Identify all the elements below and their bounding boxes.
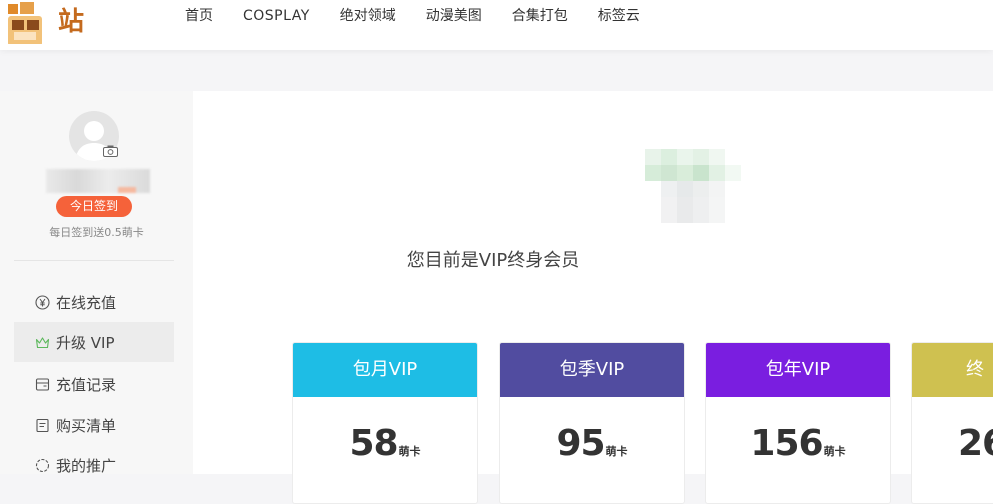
sidebar-item-upgrade-vip[interactable]: 升级 VIP: [14, 322, 174, 362]
plan-price-unit: 萌卡: [605, 445, 628, 458]
vip-status-text: 您目前是VIP终身会员: [406, 250, 580, 271]
vip-badge-image: [645, 149, 741, 223]
main-nav: 首页 COSPLAY 绝对领域 动漫美图 合集打包 标签云: [185, 7, 670, 25]
plan-title: 包月VIP: [293, 343, 477, 397]
yen-circle-icon: [35, 294, 50, 310]
plan-card-lifetime[interactable]: 终身 26: [911, 342, 993, 504]
checkin-button[interactable]: 今日签到: [56, 196, 132, 217]
loading-circle-icon: [35, 458, 50, 472]
vip-main-panel: 您目前是VIP终身会员 包月VIP 58萌卡 包季VIP 95萌卡 包年VIP …: [193, 91, 993, 504]
sidebar-divider: [14, 260, 174, 261]
nav-cosplay[interactable]: COSPLAY: [243, 7, 310, 25]
plan-card-monthly[interactable]: 包月VIP 58萌卡: [292, 342, 478, 504]
plan-title: 包年VIP: [706, 343, 890, 397]
plan-price-unit: 萌卡: [398, 445, 421, 458]
svg-text:站: 站: [58, 7, 84, 37]
plan-price-unit: 萌卡: [823, 445, 846, 458]
checkin-tip: 每日签到送0.5萌卡: [49, 226, 144, 239]
username-redacted: [46, 169, 150, 193]
plan-price-value: 95: [556, 423, 605, 464]
plan-price: 156萌卡: [706, 423, 890, 464]
sidebar-item-recharge[interactable]: 在线充值: [14, 282, 174, 322]
nav-anime-art[interactable]: 动漫美图: [426, 7, 482, 25]
sidebar-item-recharge-history[interactable]: 充值记录: [14, 364, 174, 404]
plan-card-quarterly[interactable]: 包季VIP 95萌卡: [499, 342, 685, 504]
plan-price: 58萌卡: [293, 423, 477, 464]
sidebar-item-label: 升级 VIP: [56, 333, 115, 352]
sidebar-item-label: 我的推广: [56, 456, 117, 475]
plan-price-value: 26: [958, 423, 993, 464]
wallet-icon: [35, 377, 50, 391]
nav-tag-cloud[interactable]: 标签云: [598, 7, 640, 25]
nav-home[interactable]: 首页: [185, 7, 213, 25]
user-sidebar: 今日签到 每日签到送0.5萌卡 在线充值 升级 VIP 充值记录 购买清单 我的…: [0, 91, 193, 475]
crown-icon: [35, 336, 50, 348]
list-document-icon: [36, 418, 49, 432]
plan-price: 95萌卡: [500, 423, 684, 464]
sidebar-item-purchases[interactable]: 购买清单: [14, 405, 174, 445]
plan-title: 包季VIP: [500, 343, 684, 397]
sidebar-item-referrals[interactable]: 我的推广: [14, 445, 174, 485]
camera-icon[interactable]: [103, 145, 118, 157]
sidebar-item-label: 在线充值: [56, 293, 117, 312]
plan-price-value: 156: [750, 423, 823, 464]
nav-absolute-domain[interactable]: 绝对领域: [340, 7, 396, 25]
sidebar-item-label: 购买清单: [56, 416, 117, 435]
top-header: 站 首页 COSPLAY 绝对领域 动漫美图 合集打包 标签云: [0, 0, 993, 50]
plan-price: 26: [912, 423, 993, 464]
site-logo[interactable]: 站: [0, 0, 110, 44]
sidebar-item-label: 充值记录: [56, 375, 117, 394]
plan-card-yearly[interactable]: 包年VIP 156萌卡: [705, 342, 891, 504]
nav-collections[interactable]: 合集打包: [512, 7, 568, 25]
plan-price-value: 58: [349, 423, 398, 464]
plan-title: 终身: [912, 343, 993, 434]
